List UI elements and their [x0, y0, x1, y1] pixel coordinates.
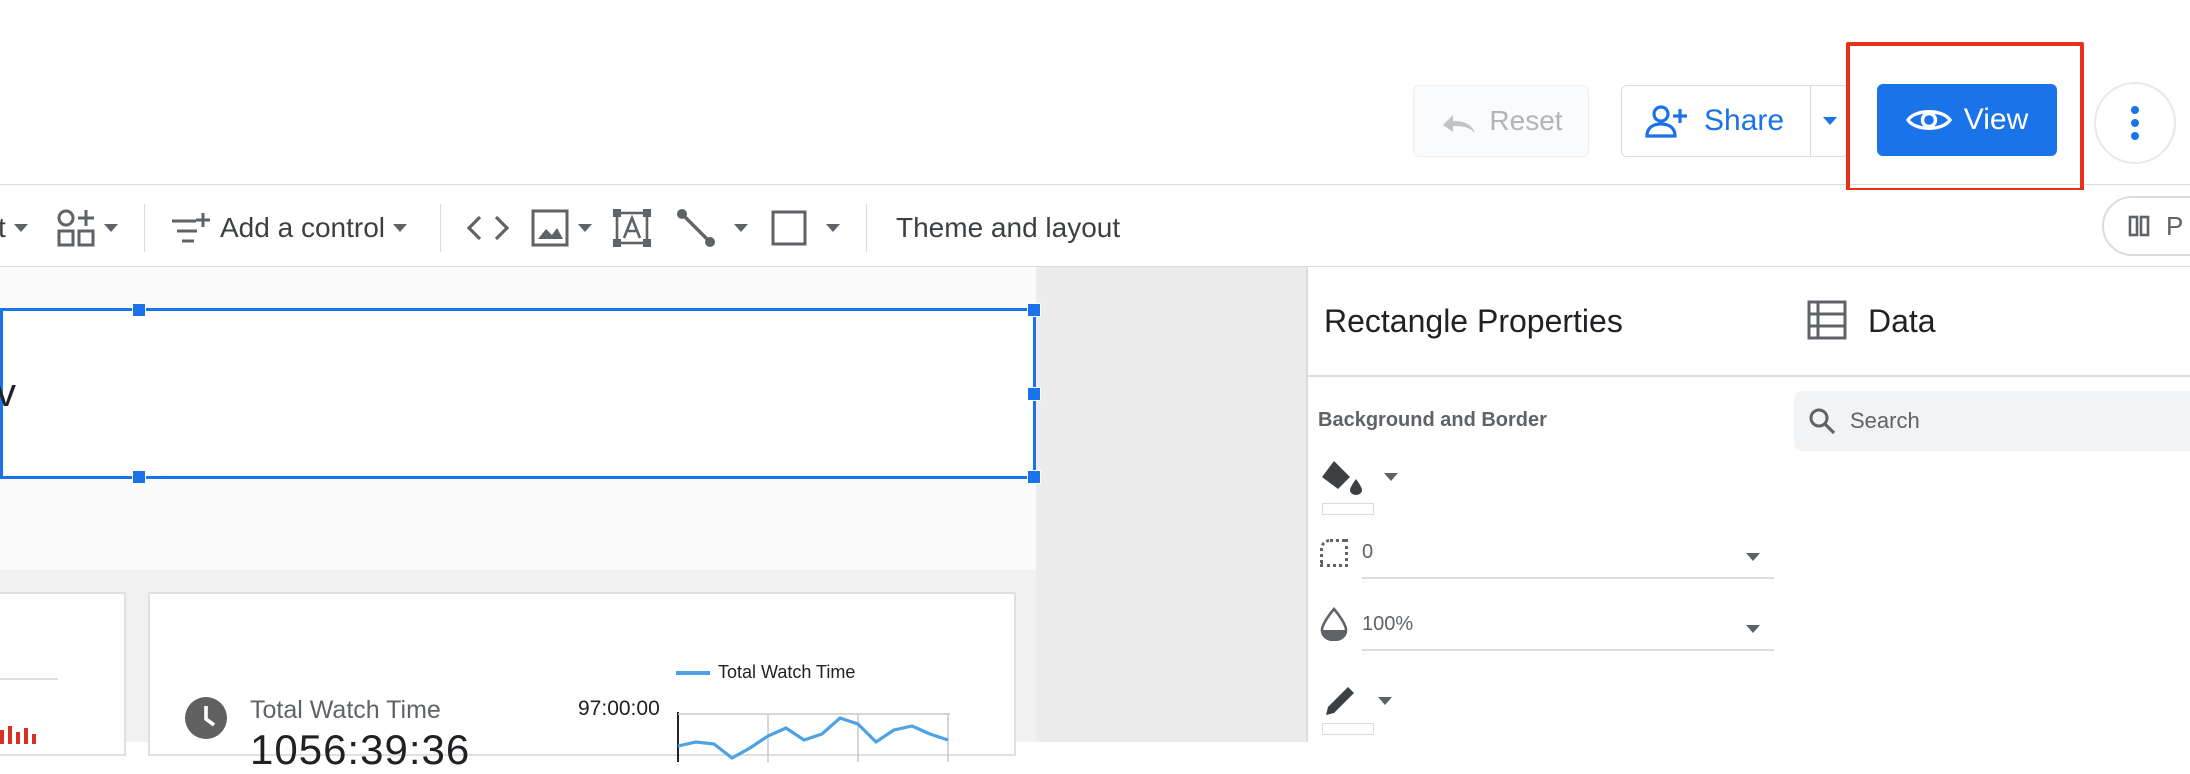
properties-panel-title: Rectangle Properties: [1324, 303, 1623, 339]
data-search-field[interactable]: Search: [1794, 391, 2190, 451]
add-person-icon: [1645, 105, 1687, 138]
more-vert-icon: [2131, 106, 2139, 140]
community-visualizations-button[interactable]: [56, 190, 118, 266]
top-header: Reset Share View: [0, 0, 2190, 192]
report-canvas: v Total Watch Time 1056:39:36 Total Watc…: [0, 267, 1306, 773]
left-card[interactable]: [0, 592, 126, 756]
embed-code-button[interactable]: [466, 190, 510, 266]
add-chart-label: t: [0, 212, 6, 243]
border-color-picker[interactable]: [1320, 681, 1392, 721]
add-components-icon: [57, 209, 95, 247]
pencil-icon: [1326, 687, 1354, 715]
chevron-down-icon: [393, 224, 407, 232]
panel-divider: [1308, 375, 1786, 377]
border-radius-value[interactable]: 0: [1362, 541, 1373, 564]
rectangle-icon: [771, 210, 807, 246]
y-axis-tick: 97:00:00: [578, 697, 660, 720]
chevron-down-icon: [1822, 117, 1837, 125]
resize-handle[interactable]: [1027, 470, 1041, 484]
eye-icon: [1905, 110, 1952, 130]
chevron-down-icon[interactable]: [1746, 625, 1760, 633]
view-button[interactable]: View: [1877, 84, 2057, 156]
insert-image-button[interactable]: [530, 190, 592, 266]
opacity-value[interactable]: 100%: [1362, 613, 1413, 636]
text-box-icon: [613, 209, 651, 247]
insert-shape-button[interactable]: [770, 190, 840, 266]
scorecard-value: 1056:39:36: [250, 726, 471, 773]
opacity-icon: [1320, 607, 1348, 641]
watch-time-card[interactable]: Total Watch Time 1056:39:36 Total Watch …: [148, 592, 1016, 773]
chevron-down-icon: [734, 224, 748, 232]
share-button[interactable]: Share: [1622, 86, 1812, 156]
panel-divider: [1786, 375, 2190, 377]
toolbar-divider: [866, 204, 867, 252]
line-icon: [677, 209, 715, 247]
data-panel: Data Search: [1786, 267, 2190, 742]
fill-color-icon: [1322, 461, 1362, 495]
chevron-down-icon: [1378, 697, 1392, 705]
editor-toolbar: t Add a control Theme and layout P: [0, 190, 2190, 267]
chevron-down-icon[interactable]: [1746, 553, 1760, 561]
border-radius-icon: [1320, 539, 1348, 567]
view-label: View: [1963, 103, 2029, 136]
data-panel-title: Data: [1868, 303, 1936, 339]
toolbar-divider: [144, 204, 145, 252]
selected-rectangle[interactable]: [0, 303, 1041, 484]
share-button-group: Share: [1621, 85, 1849, 157]
reset-button[interactable]: Reset: [1413, 85, 1589, 157]
reset-label: Reset: [1489, 105, 1563, 136]
chevron-down-icon: [104, 224, 118, 232]
legend-swatch: [676, 670, 710, 675]
share-label: Share: [1704, 104, 1785, 137]
properties-panel: Rectangle Properties Background and Bord…: [1306, 267, 1788, 742]
chart-legend: Total Watch Time: [676, 662, 855, 683]
bar-chart-icon: [0, 726, 36, 744]
columns-icon: [2128, 215, 2150, 237]
chevron-down-icon: [1384, 473, 1398, 481]
scorecard-label: Total Watch Time: [250, 696, 441, 724]
toolbar-divider: [440, 204, 441, 252]
border-color-swatch[interactable]: [1322, 723, 1374, 735]
add-control-label: Add a control: [220, 212, 385, 243]
database-icon: [1807, 300, 1847, 340]
card-divider: [0, 678, 58, 680]
report-title-text: v: [0, 371, 16, 415]
resize-handle[interactable]: [132, 470, 146, 484]
chevron-down-icon: [826, 224, 840, 232]
pause-updates-button[interactable]: P: [2102, 196, 2190, 256]
field-underline: [1362, 577, 1774, 579]
theme-and-layout-label: Theme and layout: [896, 212, 1121, 243]
resize-handle[interactable]: [132, 303, 146, 317]
background-color-swatch[interactable]: [1322, 503, 1374, 515]
legend-label: Total Watch Time: [718, 662, 856, 682]
background-color-picker[interactable]: [1320, 457, 1398, 497]
field-underline: [1362, 649, 1774, 651]
search-placeholder: Search: [1850, 408, 1920, 433]
resize-handle[interactable]: [1027, 387, 1041, 401]
add-control-button[interactable]: Add a control: [170, 190, 407, 266]
resize-handle[interactable]: [1027, 303, 1041, 317]
series-line: [677, 716, 949, 760]
filter-add-icon: [172, 213, 210, 243]
clock-icon: [185, 697, 227, 739]
theme-and-layout-button[interactable]: Theme and layout: [896, 190, 1120, 266]
undo-icon: [1443, 115, 1476, 133]
image-icon: [531, 209, 569, 247]
more-options-button[interactable]: [2094, 82, 2176, 164]
search-icon: [1809, 408, 1836, 435]
section-heading: Background and Border: [1318, 409, 1547, 431]
report-page: v Total Watch Time 1056:39:36 Total Watc…: [0, 267, 1041, 773]
code-icon: [466, 215, 510, 241]
chevron-down-icon: [13, 224, 28, 232]
chevron-down-icon: [578, 224, 592, 232]
sparkline-chart: [677, 712, 950, 762]
insert-text-button[interactable]: [612, 190, 652, 266]
add-chart-menu[interactable]: t: [0, 190, 28, 266]
share-dropdown-button[interactable]: [1811, 86, 1848, 156]
pause-updates-label: P: [2166, 210, 2184, 241]
insert-line-button[interactable]: [676, 190, 748, 266]
